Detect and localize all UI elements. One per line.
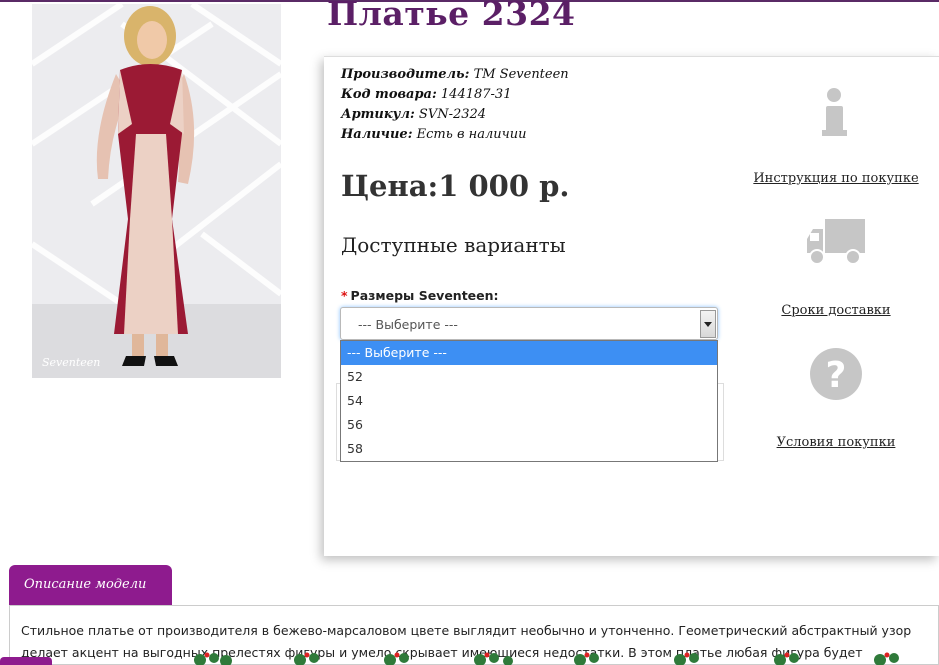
truck-icon — [807, 219, 865, 265]
product-price: Цена:1 000 р. — [341, 169, 570, 203]
tab-description-label: Описание модели — [24, 577, 147, 592]
bottom-tab-edge — [0, 657, 52, 665]
variants-heading: Доступные варианты — [341, 233, 566, 257]
required-mark: * — [341, 288, 348, 303]
photo-watermark: Seventeen — [42, 356, 100, 369]
product-info-panel: Производитель: ТМ Seventeen Код товара: … — [324, 56, 939, 556]
meta-article: Артикул: SVN-2324 — [341, 107, 487, 122]
size-label: * Размеры Seventeen: — [341, 288, 499, 303]
conditions-link-block[interactable]: ? Условия покупки — [746, 347, 926, 450]
garland-decoration — [194, 652, 899, 665]
instruction-link-block[interactable]: Инструкция по покупке — [746, 87, 926, 186]
meta-manufacturer: Производитель: ТМ Seventeen — [341, 67, 569, 82]
svg-text:?: ? — [826, 355, 847, 396]
meta-product-code: Код товара: 144187-31 — [341, 87, 512, 102]
meta-availability: Наличие: Есть в наличии — [341, 127, 527, 142]
page-title: Платье 2324 — [327, 0, 576, 33]
instruction-link[interactable]: Инструкция по покупке — [746, 171, 926, 186]
delivery-link[interactable]: Сроки доставки — [746, 303, 926, 318]
tab-description[interactable]: Описание модели — [9, 565, 172, 606]
product-photo[interactable]: Seventeen — [32, 4, 281, 378]
size-option[interactable]: 54 — [341, 389, 717, 413]
info-icon — [822, 88, 847, 136]
conditions-link[interactable]: Условия покупки — [746, 435, 926, 450]
size-option[interactable]: 52 — [341, 365, 717, 389]
delivery-link-block[interactable]: Сроки доставки — [746, 217, 926, 318]
size-dropdown-list[interactable]: --- Выберите --- 52 54 56 58 — [340, 340, 718, 462]
question-icon: ? — [810, 348, 862, 400]
size-option[interactable]: --- Выберите --- — [341, 341, 717, 365]
product-meta: Производитель: ТМ Seventeen Код товара: … — [341, 65, 569, 145]
size-select-value: --- Выберите --- — [358, 317, 458, 332]
size-option[interactable]: 58 — [341, 437, 717, 461]
size-select[interactable]: --- Выберите --- — [340, 307, 718, 340]
chevron-down-icon[interactable] — [700, 310, 716, 338]
size-option[interactable]: 56 — [341, 413, 717, 437]
